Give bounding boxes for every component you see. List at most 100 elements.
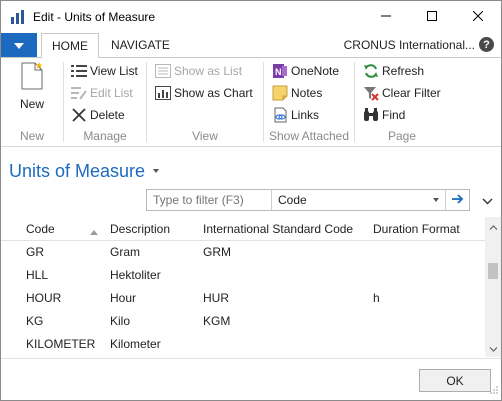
table-row[interactable]: KG Kilo KGM — [1, 310, 485, 333]
onenote-label: OneNote — [291, 64, 340, 78]
table-row[interactable]: KILOMETER Kilometer — [1, 333, 485, 356]
delete-label: Delete — [90, 108, 125, 122]
ribbon-tabs: HOME NAVIGATE CRONUS International... ? — [1, 33, 501, 58]
view-list-icon — [71, 63, 87, 79]
cell-code: KILOMETER — [26, 337, 96, 351]
filter-bar: Code — [146, 189, 470, 211]
sort-up-icon — [90, 224, 98, 238]
tab-home[interactable]: HOME — [41, 33, 99, 58]
svg-text:N: N — [275, 67, 282, 77]
clear-filter-icon — [363, 85, 379, 101]
show-as-list-icon — [155, 63, 171, 79]
refresh-icon — [363, 63, 379, 79]
minimize-button[interactable] — [363, 1, 409, 33]
arrow-right-icon — [451, 193, 464, 207]
cell-description: Kilometer — [110, 337, 161, 351]
column-header-international-standard-code[interactable]: International Standard Code — [203, 222, 353, 236]
view-list-button[interactable]: View List — [71, 61, 138, 81]
table-row[interactable]: HLL Hektoliter — [1, 264, 485, 287]
ribbon: New New View List Edit List Delete Manag… — [1, 57, 501, 147]
grid-header: Code Description International Standard … — [1, 217, 485, 241]
group-label-show-attached: Show Attached — [268, 129, 350, 143]
table-row[interactable]: GR Gram GRM — [1, 241, 485, 264]
edit-list-label: Edit List — [90, 86, 133, 100]
window-title: Edit - Units of Measure — [33, 10, 156, 24]
delete-button[interactable]: Delete — [71, 105, 125, 125]
cell-code: KG — [26, 314, 44, 328]
refresh-button[interactable]: Refresh — [363, 61, 424, 81]
links-icon — [272, 107, 288, 123]
edit-list-icon — [71, 85, 87, 101]
chevron-down-icon[interactable] — [482, 194, 493, 208]
help-icon[interactable]: ? — [479, 37, 494, 52]
group-label-new: New — [19, 129, 44, 143]
notes-label: Notes — [291, 86, 323, 100]
filter-field-select[interactable]: Code — [272, 190, 444, 210]
group-label-manage: Manage — [83, 129, 127, 143]
page-title[interactable]: Units of Measure — [9, 161, 145, 182]
chevron-down-icon[interactable] — [433, 198, 439, 202]
cell-description: Hektoliter — [110, 268, 161, 282]
dialog-window: Edit - Units of Measure HOME NAVIGATE CR… — [0, 0, 502, 401]
group-label-view: View — [192, 129, 218, 143]
show-as-chart-button[interactable]: Show as Chart — [155, 83, 253, 103]
title-bar: Edit - Units of Measure — [1, 1, 501, 33]
refresh-label: Refresh — [382, 64, 425, 78]
onenote-icon: N — [272, 63, 288, 79]
resize-grip-icon[interactable] — [489, 384, 499, 398]
clear-filter-button[interactable]: Clear Filter — [363, 83, 441, 103]
cell-description: Gram — [110, 245, 140, 259]
show-as-list-button[interactable]: Show as List — [155, 61, 242, 81]
find-label: Find — [382, 108, 406, 122]
links-label: Links — [291, 108, 320, 122]
maximize-button[interactable] — [409, 1, 455, 33]
company-name[interactable]: CRONUS International... — [344, 38, 475, 52]
group-manage: View List Edit List Delete Manage — [64, 58, 146, 147]
show-as-chart-label: Show as Chart — [174, 86, 253, 100]
view-list-label: View List — [90, 64, 138, 78]
scrollbar-thumb[interactable] — [488, 263, 498, 279]
scroll-up-icon[interactable] — [485, 221, 501, 233]
scroll-down-icon[interactable] — [485, 343, 501, 355]
cell-code: GR — [26, 245, 44, 259]
cell-code: HOUR — [26, 291, 62, 305]
maximize-icon — [427, 10, 437, 24]
new-document-icon — [20, 62, 44, 93]
group-label-page: Page — [387, 129, 417, 143]
cell-description: Hour — [110, 291, 137, 305]
column-header-description[interactable]: Description — [110, 222, 170, 236]
cell-international-standard-code: HUR — [203, 291, 229, 305]
column-header-code[interactable]: Code — [26, 222, 55, 236]
minimize-icon — [381, 10, 391, 24]
notes-button[interactable]: Notes — [272, 83, 322, 103]
close-button[interactable] — [455, 1, 501, 33]
notes-icon — [272, 85, 288, 101]
ok-button[interactable]: OK — [419, 369, 491, 392]
dialog-footer: OK — [1, 358, 501, 400]
cell-international-standard-code: GRM — [203, 245, 231, 259]
cell-duration-format: h — [373, 291, 380, 305]
links-button[interactable]: Links — [272, 105, 319, 125]
find-button[interactable]: Find — [363, 105, 405, 125]
column-header-duration-format[interactable]: Duration Format — [373, 222, 460, 236]
group-show-attached: N OneNote Notes Links Show Attached — [264, 58, 354, 147]
group-view: Show as List Show as Chart View — [147, 58, 263, 147]
new-button-label: New — [19, 97, 44, 111]
table-row[interactable]: HOUR Hour HUR h — [1, 287, 485, 310]
menu-caret-icon — [14, 38, 24, 52]
filter-input[interactable] — [147, 190, 272, 210]
app-menu-button[interactable] — [1, 33, 37, 57]
show-as-list-label: Show as List — [174, 64, 243, 78]
vertical-scrollbar[interactable] — [485, 217, 501, 357]
tab-navigate[interactable]: NAVIGATE — [101, 33, 180, 57]
cell-international-standard-code: KGM — [203, 314, 231, 328]
chevron-down-icon[interactable] — [153, 169, 159, 173]
new-button[interactable]: New — [13, 62, 51, 111]
apply-filter-button[interactable] — [445, 190, 469, 210]
onenote-button[interactable]: N OneNote — [272, 61, 339, 81]
edit-list-button[interactable]: Edit List — [71, 83, 133, 103]
cell-code: HLL — [26, 268, 49, 282]
delete-icon — [71, 107, 87, 123]
show-as-chart-icon — [155, 85, 171, 101]
find-icon — [363, 107, 379, 123]
